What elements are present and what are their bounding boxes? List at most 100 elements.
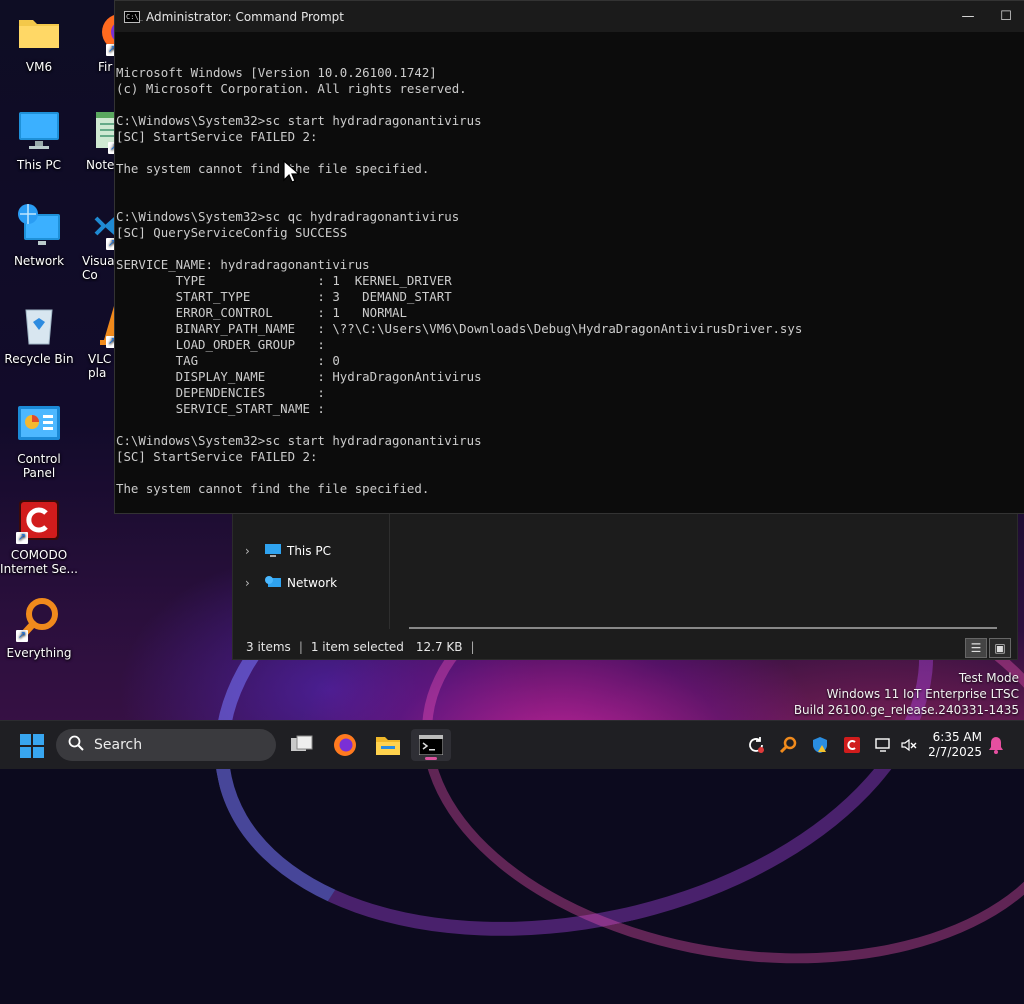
desktop-icon-label: This PC [17,158,61,172]
watermark-line-3: Build 26100.ge_release.240331-1435 [793,703,1019,717]
cmd-window-controls: — ☐ [949,1,1024,32]
taskbar-firefox[interactable] [325,729,365,761]
desktop-icon-network[interactable]: Network [0,204,78,268]
nav-item-label: This PC [287,544,331,558]
task-view-icon [291,735,313,751]
console-line: SERVICE_NAME: hydradragonantivirus [116,257,370,272]
command-prompt-window[interactable]: C:\_ Administrator: Command Prompt — ☐ M… [114,0,1024,514]
desktop-icon-label: Note [86,158,115,172]
chevron-right-icon[interactable]: › [245,544,259,558]
console-line: TAG : 0 [116,353,340,368]
explorer-nav-pane: › This PC › Network [233,511,390,629]
notification-bell-icon[interactable] [986,735,1006,755]
console-line: START_TYPE : 3 DEMAND_START [116,289,452,304]
nav-item-label: Network [287,576,338,590]
desktop-icon-control-panel[interactable]: Control Panel [0,402,78,480]
network-icon [265,576,281,590]
status-size: 12.7 KB [415,640,463,654]
sync-icon[interactable] [746,735,766,755]
desktop-icon-label: Recycle Bin [4,352,74,366]
active-app-indicator [425,757,437,760]
watermark-line-2: Windows 11 IoT Enterprise LTSC [826,687,1019,701]
watermark-line-1: Test Mode [958,671,1019,685]
cmd-app-icon: C:\_ [124,10,143,23]
status-selected: 1 item selected [310,640,404,654]
file-explorer-window[interactable]: › This PC › Network 3 items | 1 item sel… [232,510,1018,660]
cmd-titlebar[interactable]: C:\_ Administrator: Command Prompt — ☐ [115,1,1024,32]
console-output[interactable]: Microsoft Windows [Version 10.0.26100.17… [116,33,1024,513]
desktop-icon-comodo[interactable]: ↗ COMODO Internet Se... [0,498,78,576]
comodo-tray-icon[interactable] [842,735,862,755]
console-line: [SC] QueryServiceConfig SUCCESS [116,225,348,240]
console-line: DEPENDENCIES : [116,385,325,400]
taskbar-command-prompt[interactable] [411,729,451,761]
desktop-icon-recycle-bin[interactable]: Recycle Bin [0,302,78,366]
monitor-icon [16,108,62,154]
firefox-icon [334,734,356,756]
horizontal-scrollbar[interactable] [409,627,997,629]
shortcut-arrow-icon: ↗ [16,630,28,642]
desktop-icon-label: COMODO Internet Se... [0,548,78,576]
mouse-pointer-icon [283,159,301,188]
clock-date: 2/7/2025 [928,745,982,759]
everything-tray-icon[interactable] [778,735,798,755]
explorer-status-bar: 3 items | 1 item selected 12.7 KB | [233,635,1017,659]
desktop-icon-label: Everything [6,646,72,660]
security-shield-icon[interactable] [810,735,830,755]
shortcut-arrow-icon: ↗ [16,532,28,544]
desktop-icon-vm6[interactable]: VM6 [0,10,78,74]
desktop-icon-everything[interactable]: ↗ Everything [0,596,78,660]
everything-magnifier-icon: ↗ [16,596,62,642]
start-button[interactable] [20,734,44,758]
folder-icon [16,10,62,56]
taskbar: Search 6:35 AM 2/7/2025 [0,720,1024,769]
desktop-icon-label: Fir [98,60,113,74]
desktop-icon-visual-code[interactable]: ↗ Visual Co [78,204,118,282]
console-line: DISPLAY_NAME : HydraDragonAntivirus [116,369,482,384]
taskbar-clock[interactable]: 6:35 AM 2/7/2025 [928,730,982,760]
console-line: C:\Windows\System32>sc start hydradragon… [116,433,482,448]
taskbar-search-box[interactable]: Search [56,729,276,761]
search-label: Search [94,737,143,753]
taskbar-file-explorer[interactable] [368,729,408,761]
view-toggle: ☰ ▣ [965,638,1011,658]
minimize-button[interactable]: — [949,1,987,32]
task-view-button[interactable] [282,729,322,761]
desktop-icon-label: Control Panel [17,452,61,480]
details-view-button[interactable]: ☰ [965,638,987,658]
terminal-icon [419,735,443,755]
desktop-icon-label: Visual Co [82,254,118,282]
desktop-icon-this-pc[interactable]: This PC [0,108,78,172]
search-icon [68,735,84,755]
recycle-bin-icon [16,302,62,348]
chevron-right-icon[interactable]: › [245,576,259,590]
status-item-count: 3 items [246,640,291,654]
console-line: LOAD_ORDER_GROUP : [116,337,325,352]
nav-item-network[interactable]: › Network [245,572,337,594]
large-icons-view-button[interactable]: ▣ [989,638,1011,658]
console-line: (c) Microsoft Corporation. All rights re… [116,81,467,96]
maximize-button[interactable]: ☐ [987,1,1024,32]
console-line: C:\Windows\System32>sc start hydradragon… [116,113,482,128]
console-line: ERROR_CONTROL : 1 NORMAL [116,305,407,320]
clock-time: 6:35 AM [932,730,982,744]
desktop-icon-notepad[interactable]: ↗ Note [78,108,118,172]
desktop-icon-firefox[interactable]: ↗ Fir [78,10,118,74]
console-line: The system cannot find the file specifie… [116,481,430,496]
desktop-icon-vlc[interactable]: ↗ VLC pla [78,302,118,380]
nav-item-this-pc[interactable]: › This PC [245,540,331,562]
network-status-icon[interactable] [873,735,893,755]
folder-icon [376,737,400,755]
volume-muted-icon[interactable] [899,735,919,755]
status-separator: | [298,640,303,654]
this-pc-icon [265,544,281,558]
desktop-icon-label: Network [13,254,65,268]
console-line: Microsoft Windows [Version 10.0.26100.17… [116,65,437,80]
console-line: BINARY_PATH_NAME : \??\C:\Users\VM6\Down… [116,321,803,336]
